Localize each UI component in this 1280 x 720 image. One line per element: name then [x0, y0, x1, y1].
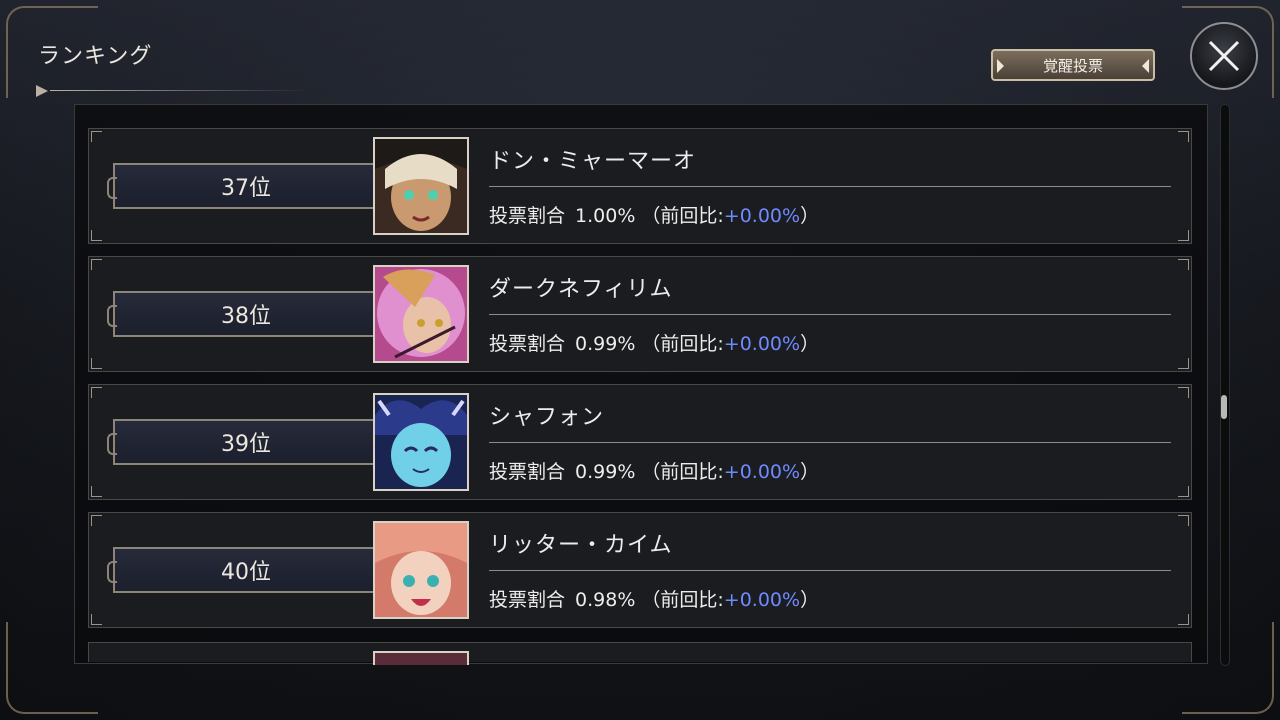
ranking-row[interactable]: 37位 ドン・ミャーマーオ 投票割合 1.00% （前回比:+0.00%）: [88, 128, 1192, 244]
rank-plate: 37位: [107, 163, 397, 209]
character-portrait[interactable]: [373, 393, 469, 491]
close-button[interactable]: [1190, 22, 1258, 90]
chevron-right-icon: [997, 59, 1004, 73]
ranking-row[interactable]: 40位 リッター・カイム 投票割合 0.98% （前回比:+0.00%）: [88, 512, 1192, 628]
ranking-row[interactable]: 39位 シャフォン 投票割合 0.99% （前回比:+0.00%）: [88, 384, 1192, 500]
rank-label: 40位: [221, 560, 271, 585]
row-divider: [489, 442, 1171, 443]
character-portrait: [373, 651, 469, 665]
rank-plate: 39位: [107, 419, 397, 465]
rank-label: 37位: [221, 176, 271, 201]
prev-compare-close: ）: [800, 333, 820, 355]
prev-compare-label: （前回比:: [641, 461, 724, 483]
character-name: ドン・ミャーマーオ: [489, 149, 697, 174]
character-name: ダークネフィリム: [489, 277, 673, 302]
prev-compare-close: ）: [800, 461, 820, 483]
rank-label: 39位: [221, 432, 271, 457]
rank-plate: 40位: [107, 547, 397, 593]
vote-ratio-label: 投票割合: [489, 589, 566, 611]
prev-compare-diff: +0.00%: [723, 333, 801, 355]
prev-compare-label: （前回比:: [641, 333, 724, 355]
vote-ratio-value: 0.99%: [575, 461, 636, 483]
ranking-row[interactable]: 38位 ダークネフィリム 投票割合 0.99% （前回比:+0.00%）: [88, 256, 1192, 372]
arrow-icon: [36, 85, 48, 97]
vote-ratio-label: 投票割合: [489, 205, 566, 227]
chevron-left-icon: [1142, 59, 1149, 73]
close-icon: [1208, 40, 1240, 72]
vote-stats: 投票割合 0.99% （前回比:+0.00%）: [489, 329, 819, 356]
vote-ratio-value: 1.00%: [575, 205, 636, 227]
vote-ratio-label: 投票割合: [489, 461, 566, 483]
prev-compare-close: ）: [800, 205, 820, 227]
prev-compare-label: （前回比:: [641, 589, 724, 611]
prev-compare-diff: +0.00%: [723, 589, 801, 611]
vote-stats: 投票割合 1.00% （前回比:+0.00%）: [489, 201, 819, 228]
rank-label: 38位: [221, 304, 271, 329]
prev-compare-label: （前回比:: [641, 205, 724, 227]
awakening-vote-label: 覚醒投票: [1042, 56, 1103, 75]
ranking-row-partial[interactable]: [88, 642, 1192, 665]
character-portrait[interactable]: [373, 521, 469, 619]
character-name: シャフォン: [489, 405, 605, 430]
prev-compare-diff: +0.00%: [723, 205, 801, 227]
prev-compare-diff: +0.00%: [723, 461, 801, 483]
character-name: リッター・カイム: [489, 533, 673, 558]
prev-compare-close: ）: [800, 589, 820, 611]
rank-plate: 38位: [107, 291, 397, 337]
vote-stats: 投票割合 0.98% （前回比:+0.00%）: [489, 585, 819, 612]
row-divider: [489, 186, 1171, 187]
row-divider: [489, 570, 1171, 571]
character-portrait[interactable]: [373, 137, 469, 235]
awakening-vote-button[interactable]: 覚醒投票: [991, 49, 1155, 81]
character-portrait[interactable]: [373, 265, 469, 363]
scrollbar-thumb[interactable]: [1221, 395, 1227, 419]
vote-ratio-value: 0.99%: [575, 333, 636, 355]
vote-ratio-value: 0.98%: [575, 589, 636, 611]
scrollbar-track[interactable]: [1220, 104, 1230, 666]
row-divider: [489, 314, 1171, 315]
vote-ratio-label: 投票割合: [489, 333, 566, 355]
page-title: ランキング: [38, 44, 153, 69]
vote-stats: 投票割合 0.99% （前回比:+0.00%）: [489, 457, 819, 484]
title-divider: [36, 85, 316, 97]
